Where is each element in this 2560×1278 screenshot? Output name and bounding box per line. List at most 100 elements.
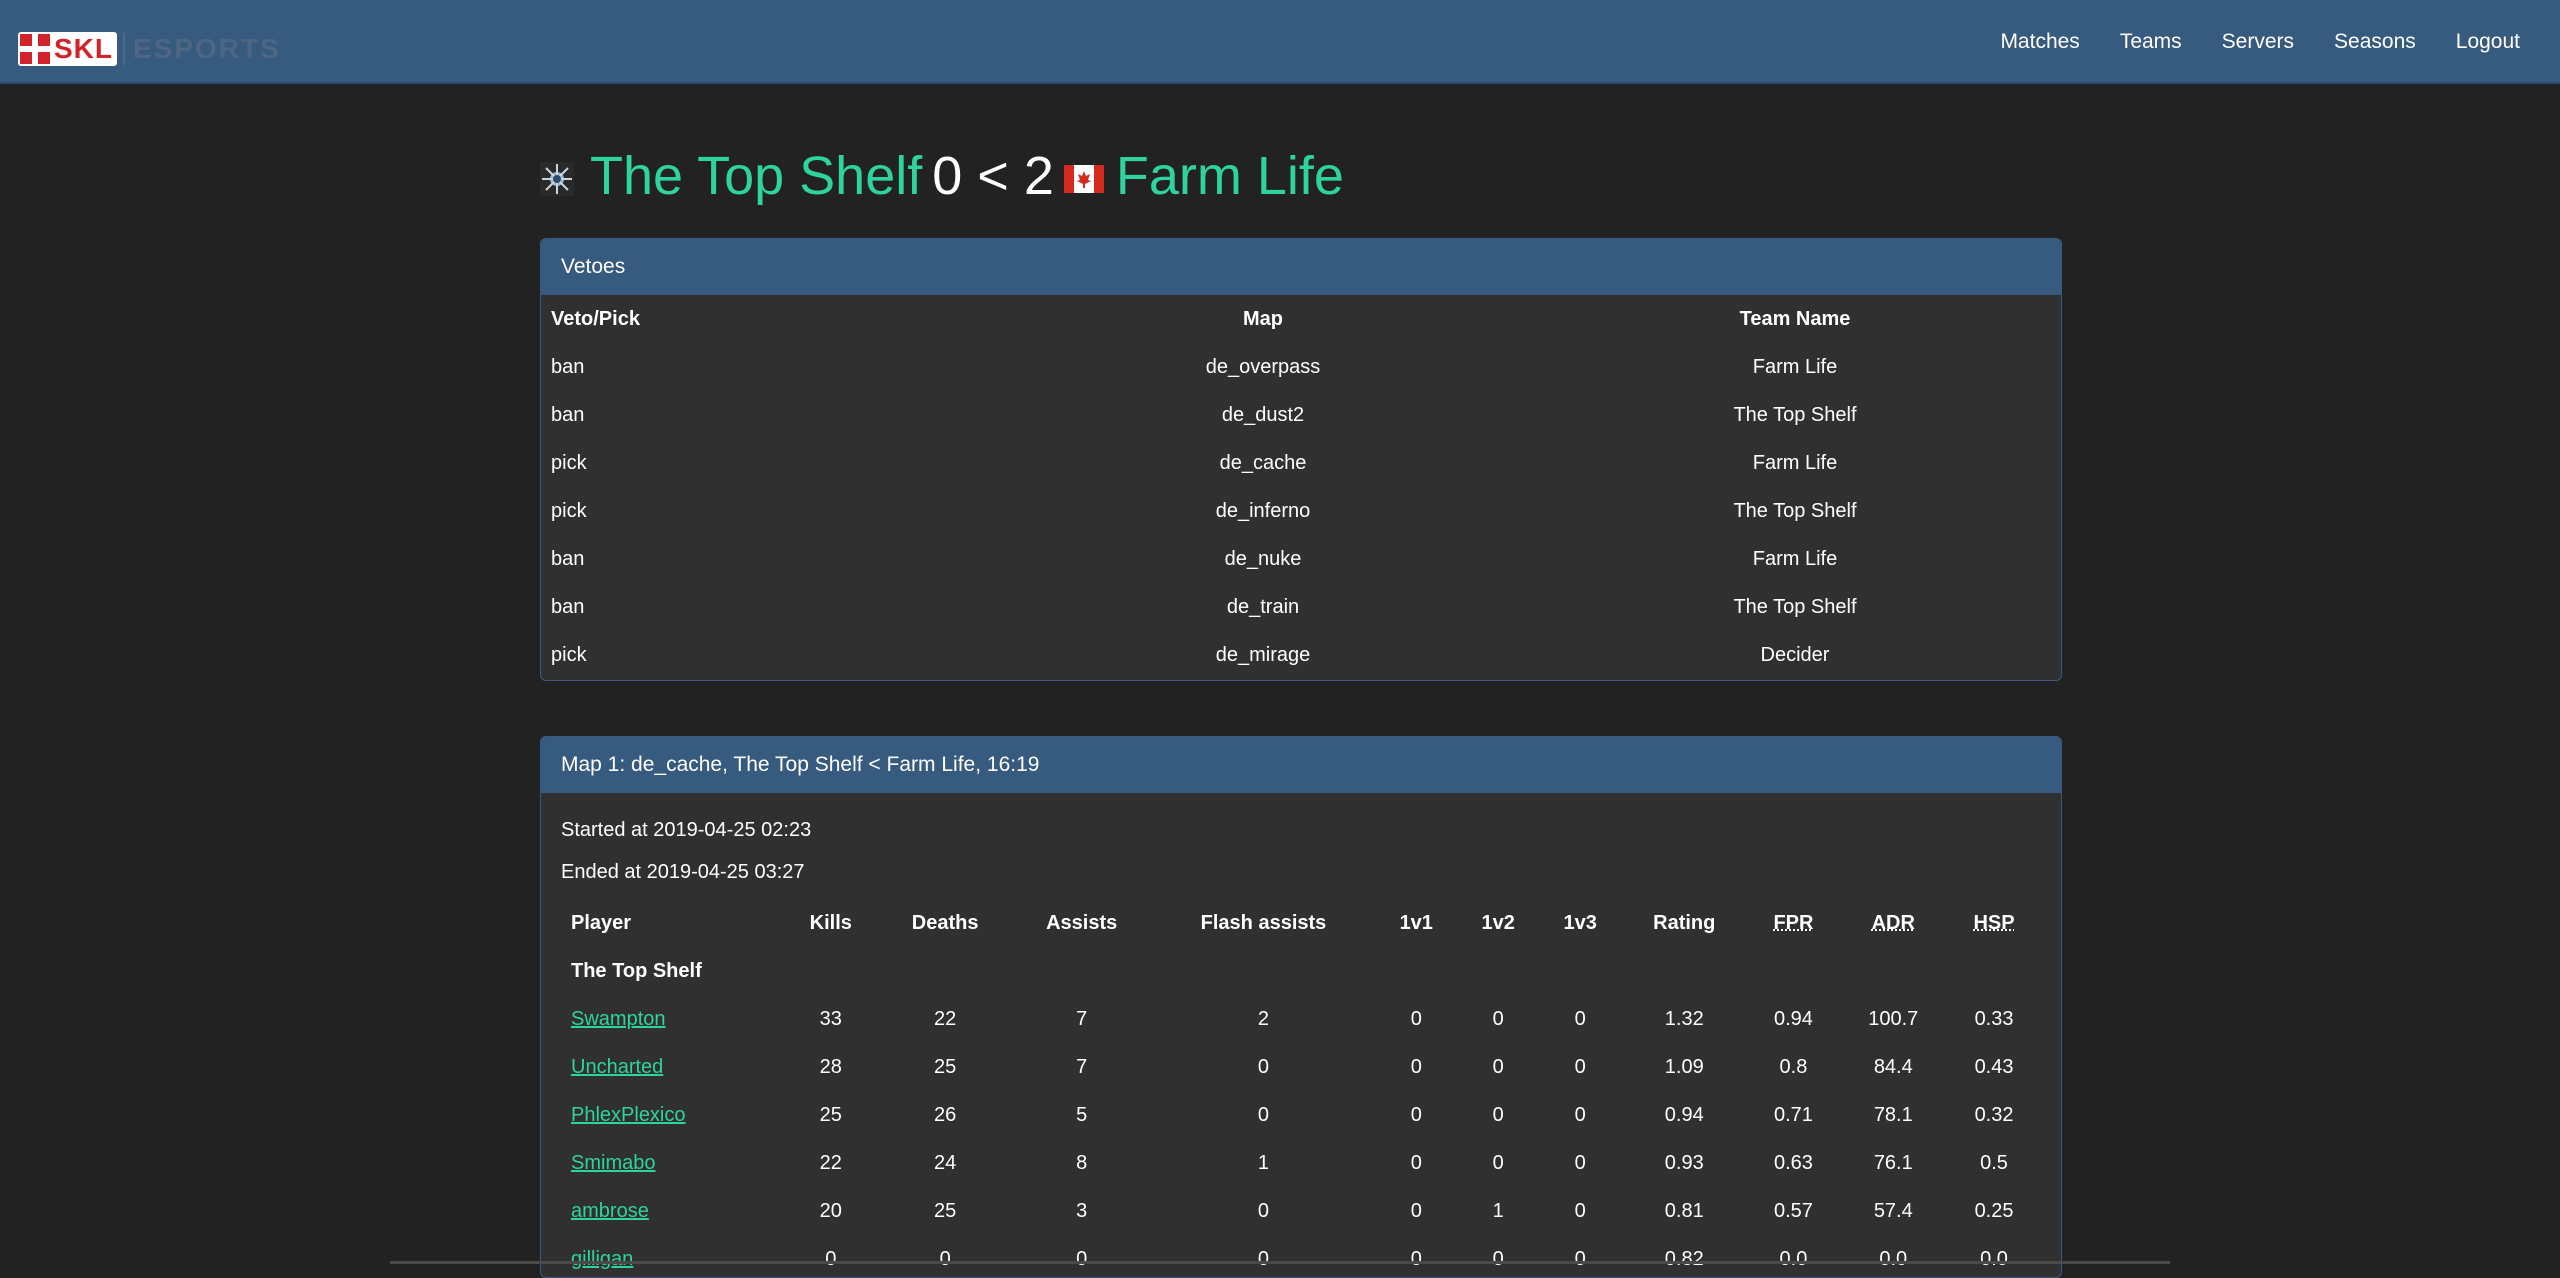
hsp: 0.43 [1974, 1055, 2014, 1078]
rating: 1.09 [1664, 1055, 1704, 1078]
adr: 78.1 [1873, 1103, 1913, 1126]
nav-links: Matches Teams Servers Seasons Logout [1960, 0, 2520, 84]
vetoes-table: Veto/Pick Map Team Name ban de_overpass Fa… [541, 295, 2061, 679]
adr: 100.7 [1868, 1007, 1919, 1030]
col-rating: Rating [1653, 911, 1716, 934]
score-comparator: < [977, 146, 1009, 206]
score: 0 < 2 [932, 145, 1054, 207]
clutch-1v1: 0 [1410, 1151, 1422, 1174]
assists: 3 [1076, 1199, 1088, 1222]
col-adr: ADR [1871, 911, 1915, 934]
clutch-1v3: 0 [1574, 1247, 1586, 1270]
fpr: 0.63 [1773, 1151, 1813, 1174]
table-row: pick de_mirage Decider [541, 631, 2061, 679]
veto-type: ban [551, 355, 585, 378]
match-title: The Top Shelf 0 < 2 Farm Life [540, 136, 1344, 216]
vetoes-card: Vetoes Veto/Pick Map Team Name ban de_ove… [540, 238, 2062, 681]
clutch-1v1: 0 [1410, 1103, 1422, 1126]
player-link[interactable]: PhlexPlexico [571, 1104, 686, 1126]
veto-map: de_cache [1219, 451, 1307, 474]
nav-seasons[interactable]: Seasons [2334, 30, 2416, 54]
clutch-1v3: 0 [1574, 1199, 1586, 1222]
hsp: 0.25 [1974, 1199, 2014, 1222]
assists: 8 [1076, 1151, 1088, 1174]
veto-type: ban [551, 403, 585, 426]
fpr: 0.0 [1779, 1247, 1808, 1270]
stats-header-row: Player Kills Deaths Assists Flash assist… [561, 899, 2041, 947]
rating: 0.81 [1664, 1199, 1704, 1222]
clutch-1v2: 1 [1492, 1199, 1504, 1222]
clutch-1v3: 0 [1574, 1055, 1586, 1078]
veto-map: de_nuke [1224, 547, 1302, 570]
col-player: Player [571, 911, 632, 934]
vetoes-header-row: Veto/Pick Map Team Name [541, 295, 2061, 343]
veto-map: de_mirage [1215, 643, 1311, 666]
veto-map: de_overpass [1205, 355, 1321, 378]
col-deaths: Deaths [911, 911, 979, 934]
hsp: 0.32 [1974, 1103, 2014, 1126]
veto-type: ban [551, 595, 585, 618]
clutch-1v3: 0 [1574, 1151, 1586, 1174]
veto-team: The Top Shelf [1733, 403, 1857, 426]
player-link[interactable]: Swampton [571, 1008, 666, 1030]
score-team1: 0 [932, 146, 963, 206]
fpr: 0.71 [1773, 1103, 1813, 1126]
table-row: ban de_nuke Farm Life [541, 535, 2061, 583]
clutch-1v2: 0 [1492, 1247, 1504, 1270]
clutch-1v3: 0 [1574, 1007, 1586, 1030]
col-assists: Assists [1046, 911, 1118, 934]
map1-body: Started at 2019-04-25 02:23 Ended at 201… [541, 793, 2061, 1277]
table-row: Smimabo 22 24 8 1 0 0 0 0.93 0.63 76.1 0… [561, 1139, 2041, 1187]
veto-team: Farm Life [1752, 355, 1838, 378]
rating: 0.82 [1664, 1247, 1704, 1270]
clutch-1v2: 0 [1492, 1007, 1504, 1030]
col-1v2: 1v2 [1481, 911, 1515, 934]
table-row: Uncharted 28 25 7 0 0 0 0 1.09 0.8 84.4 … [561, 1043, 2041, 1091]
player-link[interactable]: gilligan [571, 1248, 633, 1270]
nav-teams[interactable]: Teams [2120, 30, 2182, 54]
rating: 0.94 [1664, 1103, 1704, 1126]
skl-logo: SKL [18, 32, 117, 66]
hsp: 0.33 [1974, 1007, 2014, 1030]
kills: 20 [819, 1199, 842, 1222]
nav-matches[interactable]: Matches [2000, 30, 2079, 54]
clutch-1v2: 0 [1492, 1055, 1504, 1078]
clutch-1v1: 0 [1410, 1199, 1422, 1222]
flash-assists: 1 [1257, 1151, 1270, 1174]
col-fpr: FPR [1773, 911, 1814, 934]
player-link[interactable]: ambrose [571, 1200, 649, 1222]
brand-name: SKL [54, 33, 113, 64]
table-row: ambrose 20 25 3 0 0 1 0 0.81 0.57 57.4 0… [561, 1187, 2041, 1235]
kills: 0 [825, 1247, 837, 1270]
team-group-label: The Top Shelf [571, 959, 702, 982]
veto-team: Farm Life [1752, 451, 1838, 474]
deaths: 26 [934, 1103, 957, 1126]
table-row: ban de_train The Top Shelf [541, 583, 2061, 631]
adr: 84.4 [1873, 1055, 1913, 1078]
assists: 0 [1076, 1247, 1088, 1270]
canada-flag-icon [1063, 165, 1104, 193]
team2-link[interactable]: Farm Life [1116, 145, 1344, 207]
veto-type: ban [551, 547, 585, 570]
player-link[interactable]: Uncharted [571, 1056, 663, 1078]
col-kills: Kills [809, 911, 852, 934]
map1-card: Map 1: de_cache, The Top Shelf < Farm Li… [540, 736, 2062, 1278]
adr: 57.4 [1873, 1199, 1913, 1222]
team1-link[interactable]: The Top Shelf [590, 145, 922, 207]
veto-type: pick [551, 499, 587, 522]
brand-divider [123, 33, 125, 65]
flash-assists: 0 [1257, 1247, 1270, 1270]
nav-servers[interactable]: Servers [2222, 30, 2294, 54]
table-row: gilligan 0 0 0 0 0 0 0 0.82 0.0 0.0 0.0 [561, 1235, 2041, 1277]
veto-map: de_train [1226, 595, 1300, 618]
clutch-1v3: 0 [1574, 1103, 1586, 1126]
veto-type: pick [551, 643, 587, 666]
vetoes-header: Vetoes [541, 239, 2061, 295]
hsp: 0.0 [1980, 1247, 2008, 1270]
brand-logo[interactable]: SKL ESPORTS [18, 30, 281, 68]
col-1v3: 1v3 [1563, 911, 1597, 934]
veto-team: The Top Shelf [1733, 499, 1857, 522]
nav-logout[interactable]: Logout [2456, 30, 2520, 54]
rating: 0.93 [1664, 1151, 1704, 1174]
player-link[interactable]: Smimabo [571, 1152, 655, 1174]
